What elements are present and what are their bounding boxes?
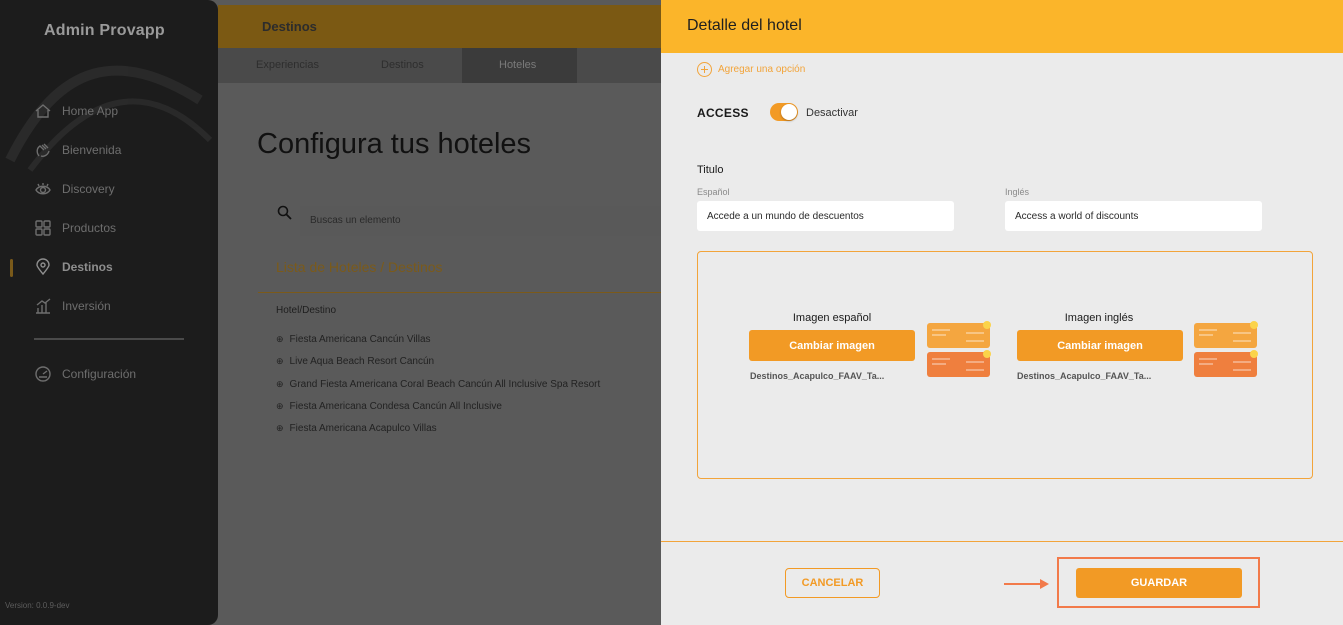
change-image-en-button[interactable]: Cambiar imagen xyxy=(1017,330,1183,361)
arrow-right-icon xyxy=(1004,579,1049,589)
cancel-button[interactable]: CANCELAR xyxy=(785,568,880,598)
english-title-field[interactable] xyxy=(1005,201,1262,231)
panel-title: Detalle del hotel xyxy=(687,17,802,34)
sidebar-divider xyxy=(34,338,184,340)
expand-icon: ⊕ xyxy=(276,356,284,366)
bar-chart-icon xyxy=(36,298,51,314)
spanish-field-label: Español xyxy=(697,187,730,197)
page-title: Configura tus hoteles xyxy=(257,128,532,160)
toggle-label: Desactivar xyxy=(806,107,858,119)
sidebar-item-label: Inversión xyxy=(62,299,111,313)
add-option-link[interactable]: Agregar una opción xyxy=(697,62,805,77)
sidebar-item-destinos[interactable]: Destinos xyxy=(34,256,113,278)
tab-label: Hoteles xyxy=(499,59,537,71)
list-item[interactable]: ⊕ Live Aqua Beach Resort Cancún xyxy=(276,356,434,367)
list-item[interactable]: ⊕ Grand Fiesta Americana Coral Beach Canc… xyxy=(276,379,600,390)
image-es-label: Imagen español xyxy=(792,312,872,324)
sidebar-item-label: Bienvenida xyxy=(62,143,122,157)
expand-icon: ⊕ xyxy=(276,334,284,344)
hotel-name: Fiesta Americana Condesa Cancún All Incl… xyxy=(289,401,502,412)
hotel-name: Live Aqua Beach Resort Cancún xyxy=(289,356,435,367)
brand-title: Admin Provapp xyxy=(44,22,165,39)
sidebar-item-productos[interactable]: Productos xyxy=(34,217,116,239)
access-label: ACCESS xyxy=(697,106,749,120)
list-item[interactable]: ⊕ Fiesta Americana Cancún Villas xyxy=(276,334,431,345)
title-section-label: Titulo xyxy=(697,164,724,176)
english-field-label: Inglés xyxy=(1005,187,1030,197)
search-icon xyxy=(277,205,292,220)
home-icon xyxy=(35,104,51,118)
sidebar-item-label: Home App xyxy=(62,104,119,118)
sidebar-item-label: Configuración xyxy=(62,367,137,381)
list-divider xyxy=(258,292,661,293)
sidebar-item-label: Productos xyxy=(62,221,117,235)
hotel-name: Fiesta Americana Cancún Villas xyxy=(289,334,431,345)
toggle-knob xyxy=(781,104,797,120)
tab-experiencias[interactable]: Experiencias xyxy=(256,59,319,71)
sidebar-item-bienvenida[interactable]: Bienvenida xyxy=(34,139,121,161)
tab-destinos[interactable]: Destinos xyxy=(381,59,424,71)
wave-hand-icon xyxy=(36,143,50,157)
sidebar-item-label: Destinos xyxy=(62,260,113,274)
hotel-name: Grand Fiesta Americana Coral Beach Cancú… xyxy=(289,379,601,390)
footer-divider xyxy=(661,541,1343,542)
access-toggle[interactable] xyxy=(770,103,798,121)
plus-circle-icon xyxy=(697,62,712,77)
sidebar-item-configuracion[interactable]: Configuración xyxy=(34,363,136,385)
sidebar-item-home-app[interactable]: Home App xyxy=(34,100,118,122)
expand-icon: ⊕ xyxy=(276,379,284,389)
search-input[interactable]: Buscas un elemento xyxy=(300,206,661,236)
sidebar-item-label: Discovery xyxy=(62,182,115,196)
expand-icon: ⊕ xyxy=(276,423,284,433)
spanish-title-field[interactable] xyxy=(697,201,954,231)
expand-icon: ⊕ xyxy=(276,401,284,411)
column-header: Hotel/Destino xyxy=(276,305,337,316)
list-title: Lista de Hoteles / Destinos xyxy=(276,259,443,275)
hotel-detail-panel: Detalle del hotel Agregar una opción ACC… xyxy=(661,0,1343,625)
file-name-en: Destinos_Acapulco_FAAV_Ta... xyxy=(1017,371,1152,381)
add-option-label: Agregar una opción xyxy=(718,64,806,75)
gauge-icon xyxy=(35,366,51,382)
eye-icon xyxy=(35,183,51,195)
sidebar-item-discovery[interactable]: Discovery xyxy=(34,178,115,200)
save-button[interactable]: GUARDAR xyxy=(1076,568,1242,598)
hotel-name: Fiesta Americana Acapulco Villas xyxy=(289,423,437,434)
list-item[interactable]: ⊕ Fiesta Americana Acapulco Villas xyxy=(276,423,437,434)
grid-icon xyxy=(35,220,51,236)
search-placeholder: Buscas un elemento xyxy=(310,215,401,226)
version-text: Version: 0.0.9-dev xyxy=(5,601,70,610)
image-en-label: Imagen inglés xyxy=(1064,312,1134,324)
sidebar: Admin Provapp Home App Bienvenida Discov… xyxy=(0,0,218,625)
tab-hoteles[interactable]: Hoteles xyxy=(462,48,577,83)
sidebar-item-inversion[interactable]: Inversión xyxy=(34,295,111,317)
map-pin-icon xyxy=(36,258,50,276)
image-es-thumbnail xyxy=(927,321,991,377)
image-en-thumbnail xyxy=(1194,321,1258,377)
panel-header: Detalle del hotel xyxy=(661,0,1343,53)
change-image-es-button[interactable]: Cambiar imagen xyxy=(749,330,915,361)
file-name-es: Destinos_Acapulco_FAAV_Ta... xyxy=(750,371,885,381)
list-item[interactable]: ⊕ Fiesta Americana Condesa Cancún All Inc… xyxy=(276,401,502,412)
header-title: Destinos xyxy=(262,19,317,34)
active-indicator xyxy=(10,259,13,277)
